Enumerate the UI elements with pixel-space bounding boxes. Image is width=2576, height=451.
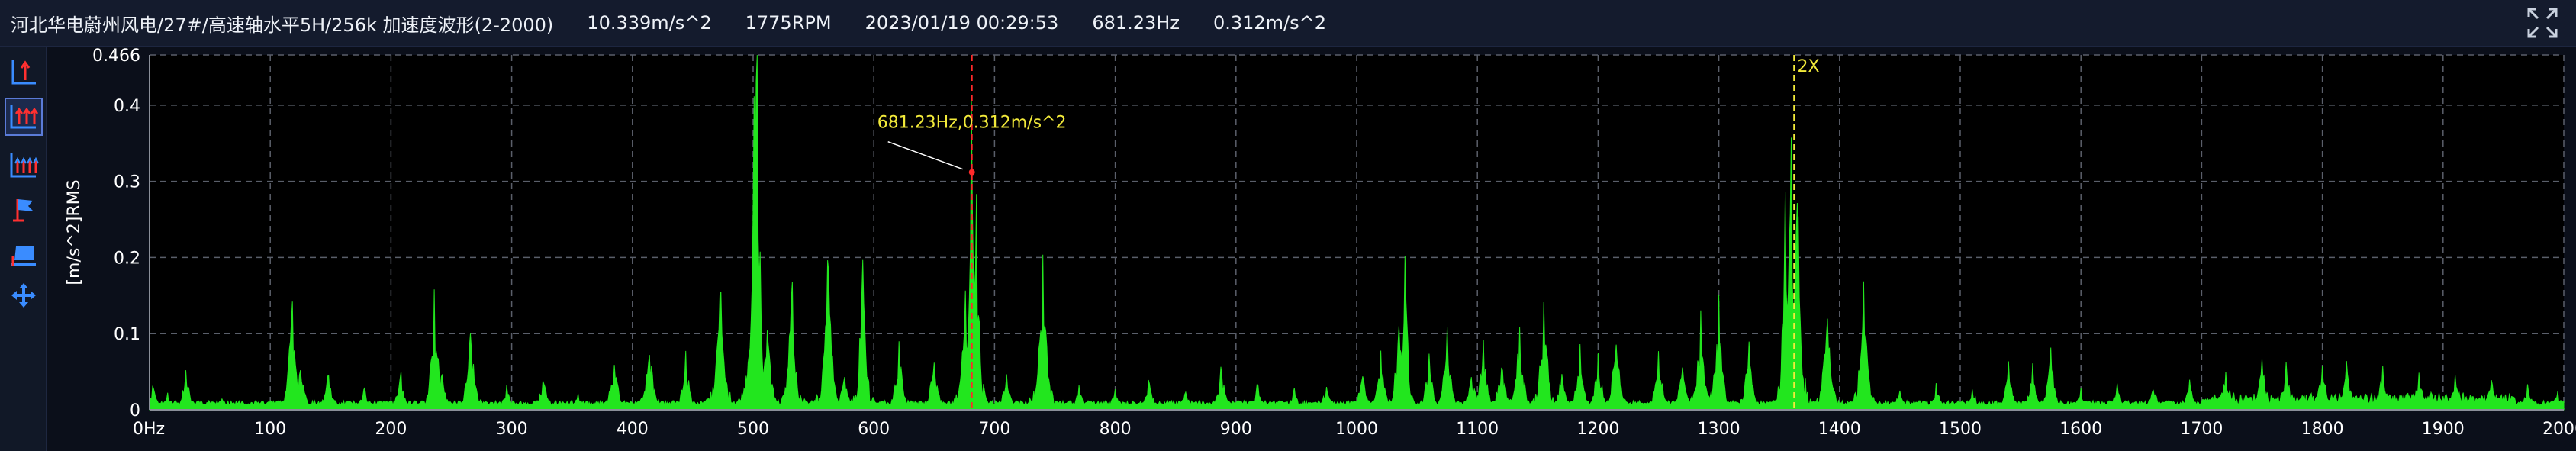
- x-tick-label: 1600: [2059, 420, 2102, 439]
- flag-icon: [13, 199, 34, 222]
- fullscreen-button[interactable]: [2526, 6, 2559, 40]
- x-tick-label: 1300: [1698, 420, 1740, 439]
- pan-icon: [11, 283, 36, 308]
- x-tick-label: 500: [737, 420, 769, 439]
- x-tick-label: 900: [1220, 420, 1252, 439]
- harmonic-cursor-tool[interactable]: [5, 147, 43, 185]
- harmonic-label: 2X: [1797, 57, 1819, 76]
- timestamp: 2023/01/19 00:29:53: [865, 12, 1059, 34]
- x-tick-label: 300: [496, 420, 528, 439]
- harmonic-cursor-icon: [10, 153, 39, 178]
- x-tick-label: 1000: [1335, 420, 1378, 439]
- y-tick-label: 0.1: [114, 325, 140, 344]
- overall-value: 10.339m/s^2: [587, 12, 712, 34]
- x-tick-label: 1100: [1456, 420, 1499, 439]
- multi-cursor-icon: [10, 105, 39, 129]
- single-cursor-icon: [11, 60, 36, 85]
- chart-title: 河北华电蔚州风电/27#/高速轴水平5H/256k 加速度波形(2-2000): [11, 14, 554, 36]
- y-tick-label: 0.3: [114, 173, 140, 192]
- x-tick-label: 1200: [1576, 420, 1619, 439]
- chart-header: 河北华电蔚州风电/27#/高速轴水平5H/256k 加速度波形(2-2000) …: [0, 0, 2576, 47]
- expand-icon: [2527, 8, 2558, 38]
- x-tick-label: 700: [978, 420, 1010, 439]
- x-tick-label: 600: [858, 420, 890, 439]
- y-tick-label: 0.466: [92, 47, 140, 66]
- single-cursor-tool[interactable]: [5, 53, 43, 92]
- y-tick-label: 0.2: [114, 249, 140, 268]
- cursor-frequency: 681.23Hz: [1092, 12, 1180, 34]
- x-tick-label: 1800: [2301, 420, 2344, 439]
- x-tick-label: 1500: [1939, 420, 1982, 439]
- display-settings-icon: [11, 246, 36, 266]
- y-tick-label: 0.4: [114, 97, 140, 116]
- display-settings-tool[interactable]: [5, 237, 43, 275]
- y-axis-label: [m/s^2]RMS: [65, 179, 84, 285]
- cursor-amplitude: 0.312m/s^2: [1212, 12, 1326, 34]
- x-tick-label: 1400: [1818, 420, 1861, 439]
- pan-tool[interactable]: [5, 276, 43, 314]
- spectrum-chart[interactable]: 0Hz 100 200 300 400 500 600 700 800 900 1000 1100 12…: [0, 47, 2576, 451]
- x-tick-label: 200: [375, 420, 407, 439]
- y-tick-label: 0: [130, 401, 140, 420]
- cursor-annotation: 681.23Hz,0.312m/s^2: [877, 114, 1067, 133]
- x-tick-label: 2000: [2542, 420, 2576, 439]
- x-tick-label: 100: [254, 420, 286, 439]
- rpm-value: 1775RPM: [745, 12, 832, 34]
- x-tick-label: 1900: [2422, 420, 2465, 439]
- chart-toolbar: [0, 47, 47, 451]
- x-tick-label: 0Hz: [133, 420, 165, 439]
- x-tick-label: 800: [1100, 420, 1132, 439]
- cursor-point: [968, 169, 975, 176]
- x-tick-label: 1700: [2180, 420, 2223, 439]
- x-tick-label: 400: [617, 420, 649, 439]
- flag-tool[interactable]: [5, 191, 43, 229]
- multi-cursor-tool[interactable]: [5, 98, 43, 136]
